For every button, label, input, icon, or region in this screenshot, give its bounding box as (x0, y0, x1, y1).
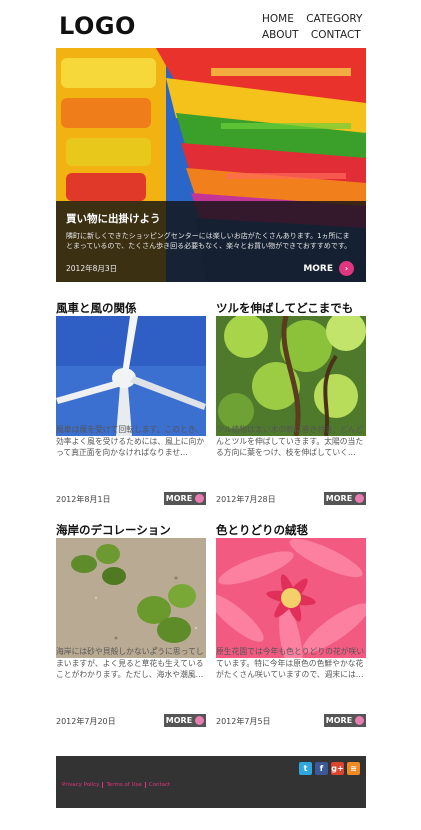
card-image-windmill[interactable] (56, 316, 206, 436)
more-button[interactable]: MORE (164, 714, 206, 727)
more-label: MORE (165, 716, 193, 725)
footer: t f g+ ≋ Privacy Policy Terms of Use Conta… (56, 756, 366, 808)
nav-home[interactable]: HOME (262, 13, 294, 25)
more-label: MORE (325, 716, 353, 725)
card-description: 風車は風を受けて回転します。このとき、効率よく風を受けるためには、風上に向かって… (56, 425, 205, 457)
card-date: 2012年7月20日 (56, 717, 116, 726)
article-card[interactable]: 海岸のデコレーション 海岸には砂や貝殻しかないように思ってしまいますが、よく見る… (56, 522, 206, 732)
logo[interactable]: LOGO (59, 12, 136, 40)
footer-link-terms-of-use[interactable]: Terms of Use (102, 782, 145, 788)
arrow-right-icon (195, 716, 205, 725)
arrow-right-icon (355, 494, 365, 503)
card-title[interactable]: 風車と風の関係 (56, 300, 206, 316)
twitter-icon[interactable]: t (299, 762, 312, 775)
facebook-icon[interactable]: f (315, 762, 328, 775)
hero-more-label: MORE (303, 263, 333, 274)
footer-links: Privacy Policy Terms of Use Contact (62, 782, 174, 788)
article-card[interactable]: 風車と風の関係 風車は風を受けて回転します。このとき、効率よく風を受けるためには… (56, 300, 206, 510)
nav-category[interactable]: CATEGORY (306, 13, 362, 25)
more-button[interactable]: MORE (324, 714, 366, 727)
page: LOGO HOME CATEGORY ABOUT CONTACT 買い物に出掛け… (56, 0, 366, 830)
card-date: 2012年8月1日 (56, 495, 111, 504)
article-card[interactable]: 色とりどりの絨毯 原生花園では今年も色とりどりの花が咲いています。特に今年は原色… (216, 522, 366, 732)
card-image-flower[interactable] (216, 538, 366, 658)
card-date: 2012年7月5日 (216, 717, 271, 726)
arrow-right-icon (195, 494, 205, 503)
card-image-seedlings[interactable] (56, 538, 206, 658)
main-nav: HOME CATEGORY ABOUT CONTACT (262, 11, 372, 43)
footer-link-contact[interactable]: Contact (144, 782, 174, 788)
social-links: t f g+ ≋ (299, 762, 360, 775)
more-label: MORE (325, 494, 353, 503)
nav-about[interactable]: ABOUT (262, 29, 299, 41)
google-plus-icon[interactable]: g+ (331, 762, 344, 775)
card-description: ツル植物は太い木の幹に巻き付き、どんどんとツルを伸ばしていきます。太陽の当たる方… (216, 425, 364, 457)
card-description: 原生花園では今年も色とりどりの花が咲いています。特に今年は原色の色鮮やかな花がた… (216, 647, 365, 679)
more-button[interactable]: MORE (324, 492, 366, 505)
card-image-vine[interactable] (216, 316, 366, 436)
card-title[interactable]: ツルを伸ばしてどこまでも (216, 300, 366, 316)
hero-caption: 買い物に出掛けよう 隣町に新しくできたショッピングセンターには楽しいお店がたくさ… (56, 201, 366, 282)
more-button[interactable]: MORE (164, 492, 206, 505)
card-description: 海岸には砂や貝殻しかないように思ってしまいますが、よく見ると草花も生えていること… (56, 647, 204, 679)
card-title[interactable]: 色とりどりの絨毯 (216, 522, 366, 538)
footer-link-privacy-policy[interactable]: Privacy Policy (62, 782, 102, 788)
arrow-right-icon (355, 716, 365, 725)
hero-more-button[interactable]: MORE › (303, 261, 354, 276)
article-card[interactable]: ツルを伸ばしてどこまでも ツル植物は太い木の幹に巻き付き、どんどんとツルを伸ばし… (216, 300, 366, 510)
hero-banner[interactable]: 買い物に出掛けよう 隣町に新しくできたショッピングセンターには楽しいお店がたくさ… (56, 48, 366, 282)
hero-title[interactable]: 買い物に出掛けよう (66, 211, 356, 226)
rss-icon[interactable]: ≋ (347, 762, 360, 775)
card-date: 2012年7月28日 (216, 495, 276, 504)
more-label: MORE (165, 494, 193, 503)
arrow-right-icon: › (339, 261, 354, 276)
hero-description: 隣町に新しくできたショッピングセンターには楽しいお店がたくさんあります。1ヵ所に… (66, 232, 352, 250)
nav-contact[interactable]: CONTACT (311, 29, 361, 41)
hero-date: 2012年8月3日 (66, 264, 118, 273)
card-title[interactable]: 海岸のデコレーション (56, 522, 206, 538)
